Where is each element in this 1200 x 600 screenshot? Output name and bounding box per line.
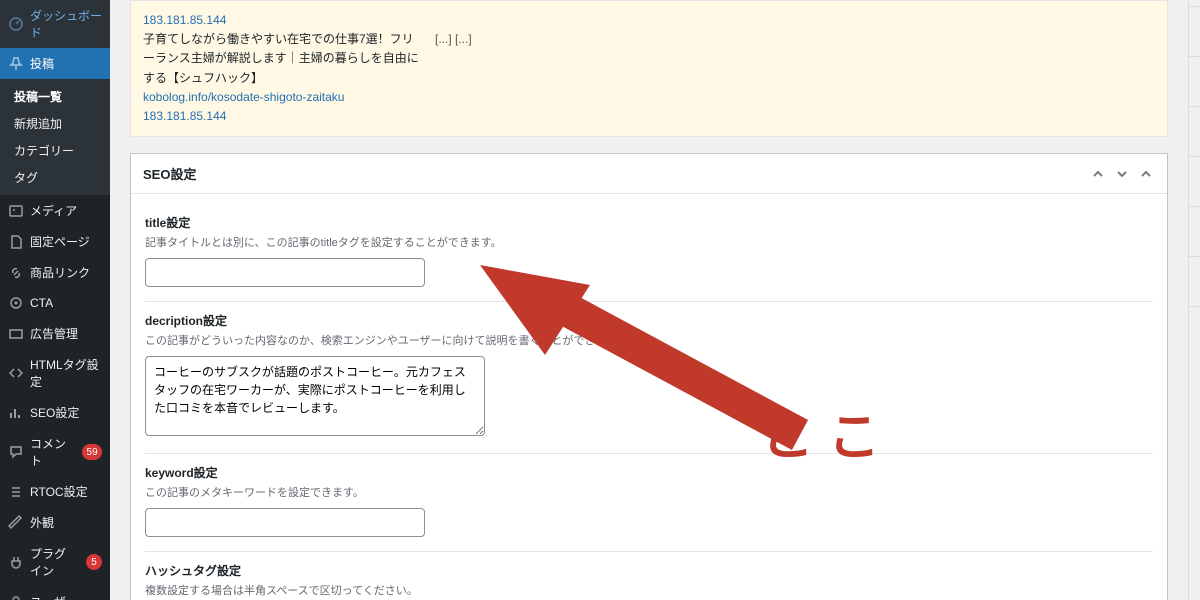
field-description-label: decription設定	[145, 312, 1153, 329]
field-keyword: keyword設定 この記事のメタキーワードを設定できます。	[145, 454, 1153, 552]
field-hashtag: ハッシュタグ設定 複数設定する場合は半角スペースで区切ってください。	[145, 552, 1153, 600]
sidebar-item-label: ユーザー	[30, 593, 78, 600]
field-hashtag-desc: 複数設定する場合は半角スペースで区切ってください。	[145, 582, 1153, 598]
sidebar-item-label: RTOC設定	[30, 483, 88, 500]
page-icon	[8, 234, 24, 250]
field-title: title設定 記事タイトルとは別に、この記事のtitleタグを設定することがで…	[145, 204, 1153, 302]
sidebar-item-1[interactable]: 投稿	[0, 48, 110, 79]
sidebar-subitem-1-0[interactable]: 投稿一覧	[0, 83, 110, 110]
link-icon	[8, 265, 24, 281]
media-icon	[8, 203, 24, 219]
admin-sidebar: ダッシュボード投稿投稿一覧新規追加カテゴリータグメディア固定ページ商品リンク CT…	[0, 0, 110, 600]
target-icon	[8, 295, 24, 311]
sidebar-item-label: プラグイン	[30, 545, 76, 579]
description-textarea[interactable]	[145, 356, 485, 436]
notice-ellipsis: [...] [...]	[435, 30, 472, 49]
comment-icon	[8, 444, 24, 460]
right-metabox-strip	[1188, 0, 1200, 600]
sidebar-item-label: SEO設定	[30, 404, 79, 421]
panel-header[interactable]: SEO設定	[131, 154, 1167, 194]
sidebar-item-label: 固定ページ	[30, 233, 90, 250]
panel-up-icon[interactable]	[1089, 165, 1107, 183]
user-icon	[8, 594, 24, 600]
sidebar-item-label: 広告管理	[30, 325, 78, 342]
sidebar-subitem-1-1[interactable]: 新規追加	[0, 110, 110, 137]
plug-icon	[8, 554, 24, 570]
sidebar-item-0[interactable]: ダッシュボード	[0, 0, 110, 48]
sidebar-subitem-1-2[interactable]: カテゴリー	[0, 137, 110, 164]
sidebar-item-8[interactable]: SEO設定	[0, 397, 110, 428]
panel-toggle-icon[interactable]	[1137, 165, 1155, 183]
field-keyword-desc: この記事のメタキーワードを設定できます。	[145, 484, 1153, 500]
brush-icon	[8, 515, 24, 531]
sidebar-item-9[interactable]: コメント 59	[0, 428, 110, 476]
notice-url[interactable]: kobolog.info/kosodate-shigoto-zaitaku	[143, 90, 344, 104]
panel-title: SEO設定	[143, 164, 196, 183]
field-keyword-label: keyword設定	[145, 464, 1153, 481]
field-title-desc: 記事タイトルとは別に、この記事のtitleタグを設定することができます。	[145, 234, 1153, 250]
sidebar-item-label: 投稿	[30, 55, 54, 72]
notice-box: 183.181.85.144 子育てしながら働きやすい在宅での仕事7選！フリーラ…	[130, 0, 1168, 137]
notice-title: 子育てしながら働きやすい在宅での仕事7選！フリーランス主婦が解説します｜主婦の暮…	[143, 30, 423, 88]
sidebar-item-label: HTMLタグ設定	[30, 356, 102, 390]
main-content: 183.181.85.144 子育てしながら働きやすい在宅での仕事7選！フリーラ…	[110, 0, 1188, 600]
field-description: decription設定 この記事がどういった内容なのか、検索エンジンやユーザー…	[145, 302, 1153, 454]
sidebar-item-2[interactable]: メディア	[0, 195, 110, 226]
sidebar-item-6[interactable]: 広告管理	[0, 318, 110, 349]
ad-icon	[8, 326, 24, 342]
sidebar-item-label: メディア	[30, 202, 77, 219]
seo-panel: SEO設定 title設定 記事タイトルとは別に、この記事のtitleタグを設定…	[130, 153, 1168, 600]
panel-down-icon[interactable]	[1113, 165, 1131, 183]
sidebar-item-11[interactable]: 外観	[0, 507, 110, 538]
keyword-input[interactable]	[145, 508, 425, 537]
notice-ip[interactable]: 183.181.85.144	[143, 109, 226, 123]
sidebar-item-4[interactable]: 商品リンク	[0, 257, 110, 288]
sidebar-item-5[interactable]: CTA	[0, 288, 110, 318]
field-description-desc: この記事がどういった内容なのか、検索エンジンやユーザーに向けて説明を書くことがで…	[145, 332, 1153, 348]
sidebar-item-label: CTA	[30, 296, 53, 310]
sidebar-item-10[interactable]: RTOC設定	[0, 476, 110, 507]
code-icon	[8, 365, 24, 381]
chart-icon	[8, 405, 24, 421]
sidebar-item-label: 商品リンク	[30, 264, 90, 281]
sidebar-item-13[interactable]: ユーザー	[0, 586, 110, 600]
sidebar-item-7[interactable]: HTMLタグ設定	[0, 349, 110, 397]
sidebar-item-label: コメント	[30, 435, 72, 469]
sidebar-item-3[interactable]: 固定ページ	[0, 226, 110, 257]
field-title-label: title設定	[145, 214, 1153, 231]
title-input[interactable]	[145, 258, 425, 287]
sidebar-item-label: ダッシュボード	[30, 7, 102, 41]
badge: 59	[82, 444, 102, 460]
sidebar-item-label: 外観	[30, 514, 54, 531]
dashboard-icon	[8, 16, 24, 32]
pin-icon	[8, 56, 24, 72]
notice-ip-above[interactable]: 183.181.85.144	[143, 13, 226, 27]
list-icon	[8, 484, 24, 500]
field-hashtag-label: ハッシュタグ設定	[145, 562, 1153, 579]
sidebar-subitem-1-3[interactable]: タグ	[0, 164, 110, 191]
badge: 5	[86, 554, 102, 570]
sidebar-item-12[interactable]: プラグイン 5	[0, 538, 110, 586]
